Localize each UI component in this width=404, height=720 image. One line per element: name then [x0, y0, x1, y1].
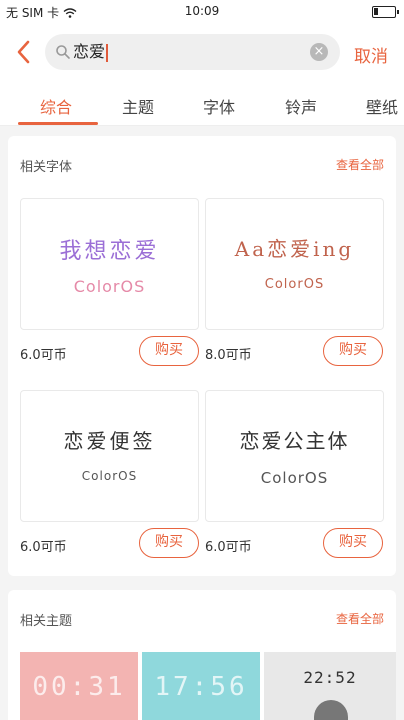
- tab-ringtones[interactable]: 铃声: [285, 94, 317, 118]
- font-preview-en: ColorOS: [260, 469, 329, 487]
- font-price: 6.0可币: [20, 348, 67, 363]
- buy-button[interactable]: 购买: [323, 528, 383, 558]
- font-preview-tile[interactable]: Aa恋爱ing ColorOS: [205, 198, 384, 330]
- related-themes-card: 相关主题 查看全部 00:31 17:56 22:52: [8, 590, 396, 720]
- font-preview-cn: 我想恋爱: [59, 239, 160, 264]
- text-caret: [106, 43, 108, 62]
- theme-thumbnail[interactable]: 00:31: [20, 652, 138, 720]
- theme-thumbnail[interactable]: 22:52: [264, 652, 396, 720]
- see-all-themes-link[interactable]: 查看全部: [336, 610, 384, 627]
- font-preview-en: ColorOS: [73, 277, 146, 296]
- theme-clock: 00:31: [32, 672, 126, 702]
- category-tabs: 综合 主题 字体 铃声 壁纸: [0, 82, 404, 126]
- section-title: 相关字体: [20, 160, 73, 175]
- active-tab-indicator: [18, 122, 98, 125]
- tab-wallpapers[interactable]: 壁纸: [366, 94, 398, 118]
- see-all-fonts-link[interactable]: 查看全部: [336, 156, 384, 173]
- font-price: 6.0可币: [205, 540, 252, 555]
- font-preview-cn: 恋爱便签: [63, 429, 156, 453]
- character-illustration: [314, 700, 348, 720]
- theme-clock: 17:56: [154, 672, 248, 702]
- font-price: 8.0可币: [205, 348, 252, 363]
- clear-icon[interactable]: ×: [310, 43, 328, 61]
- buy-button[interactable]: 购买: [139, 528, 199, 558]
- search-text: 恋爱: [73, 42, 106, 61]
- font-preview-en: ColorOS: [264, 277, 325, 292]
- font-preview-tile[interactable]: 恋爱公主体 ColorOS: [205, 390, 384, 522]
- back-arrow-icon[interactable]: [12, 38, 36, 66]
- font-preview-tile[interactable]: 我想恋爱 ColorOS: [20, 198, 199, 330]
- tab-fonts[interactable]: 字体: [203, 94, 235, 118]
- related-fonts-card: 相关字体 查看全部 我想恋爱 ColorOS 6.0可币 购买 Aa恋爱ing …: [8, 136, 396, 576]
- font-preview-tile[interactable]: 恋爱便签 ColorOS: [20, 390, 199, 522]
- search-input[interactable]: 恋爱 ×: [45, 34, 340, 70]
- theme-clock: 22:52: [303, 668, 357, 687]
- font-preview-cn: 恋爱公主体: [239, 429, 350, 453]
- theme-thumbnail[interactable]: 17:56: [142, 652, 260, 720]
- status-time: 10:09: [184, 4, 220, 18]
- font-price: 6.0可币: [20, 540, 67, 555]
- font-preview-cn: Aa恋爱ing: [234, 237, 355, 261]
- battery-icon: [372, 6, 399, 18]
- tab-themes[interactable]: 主题: [122, 94, 154, 118]
- status-bar: 无 SIM 卡 10:09: [0, 0, 404, 24]
- section-title: 相关主题: [20, 614, 73, 629]
- tab-all[interactable]: 综合: [40, 94, 72, 118]
- buy-button[interactable]: 购买: [323, 336, 383, 366]
- font-preview-en: ColorOS: [81, 469, 138, 483]
- search-icon: [56, 45, 70, 59]
- cancel-button[interactable]: 取消: [354, 42, 388, 67]
- search-header: 恋爱 × 取消: [0, 24, 404, 82]
- search-value: 恋爱: [73, 42, 108, 62]
- buy-button[interactable]: 购买: [139, 336, 199, 366]
